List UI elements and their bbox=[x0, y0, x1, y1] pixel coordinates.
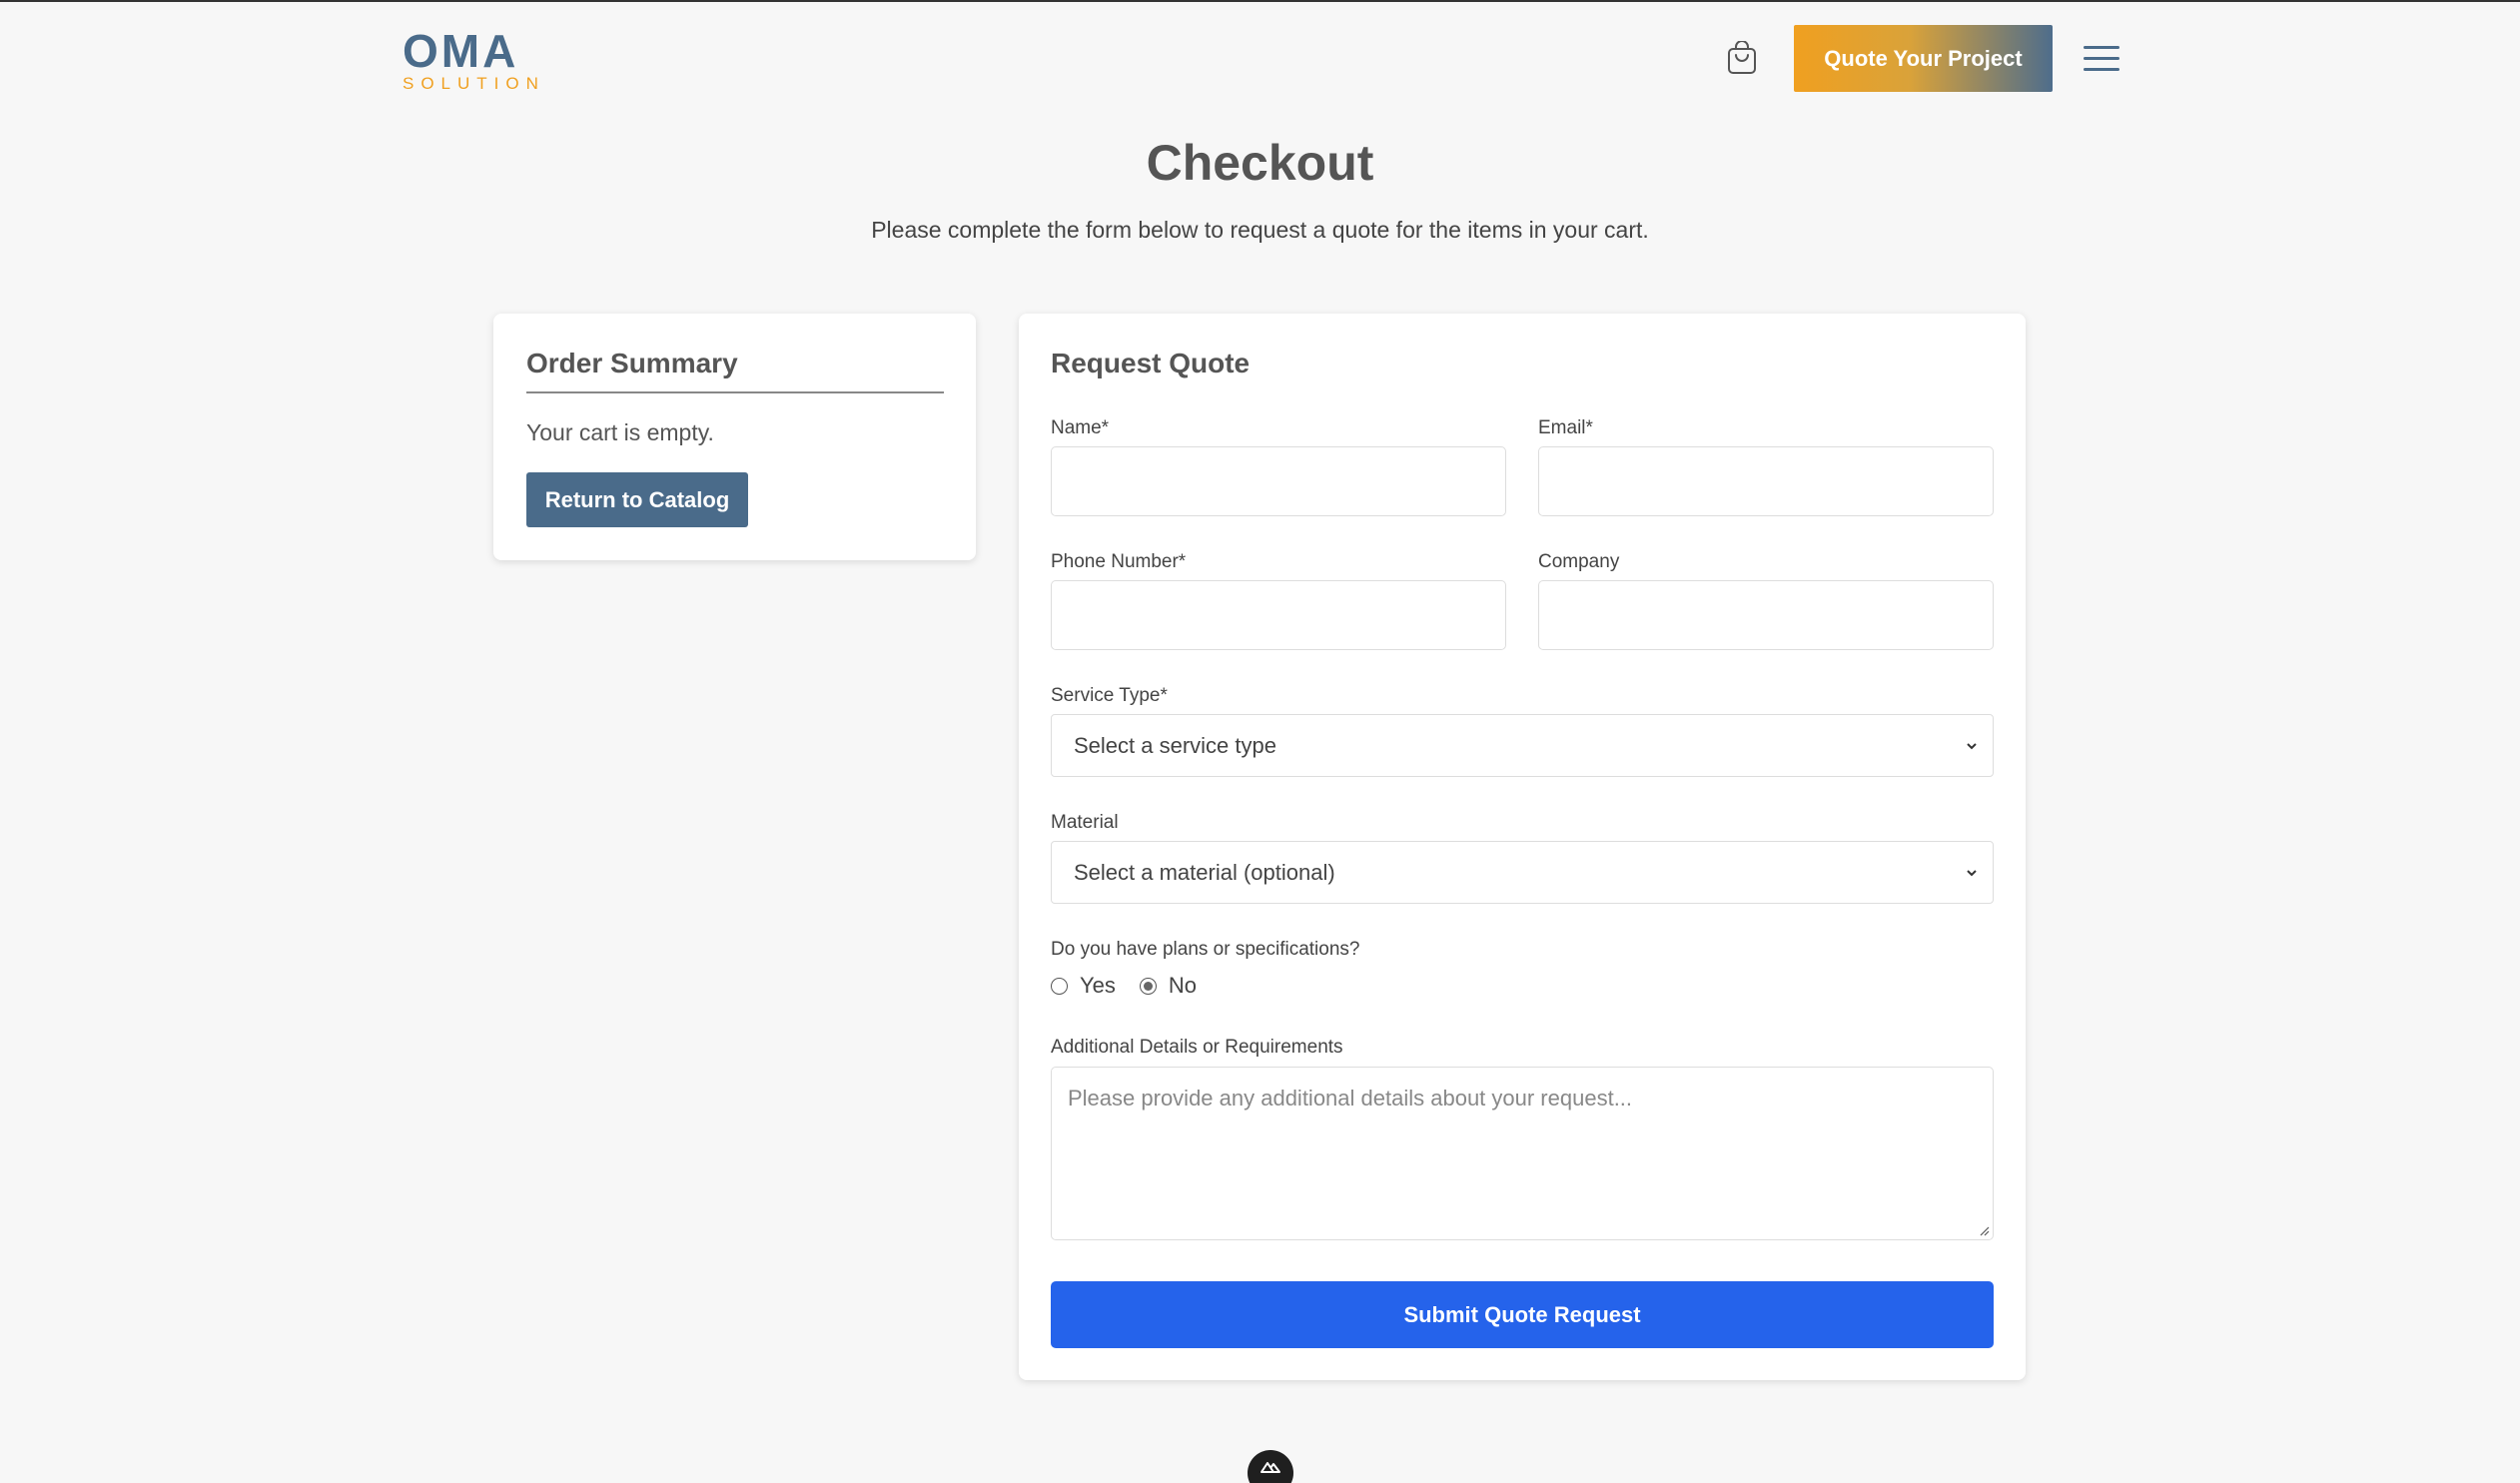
plans-yes-label[interactable]: Yes bbox=[1080, 973, 1116, 999]
service-type-select[interactable]: Select a service type bbox=[1051, 714, 1994, 777]
radio-selected-dot bbox=[1143, 981, 1153, 991]
details-textarea[interactable]: Please provide any additional details ab… bbox=[1051, 1067, 1994, 1240]
logo-sub-text: SOLUTION bbox=[403, 74, 545, 93]
plans-yes-radio[interactable] bbox=[1051, 977, 1068, 995]
email-field[interactable] bbox=[1538, 446, 1994, 516]
service-type-value: Select a service type bbox=[1074, 732, 1276, 758]
material-label: Material bbox=[1051, 812, 1119, 833]
menu-line bbox=[2084, 56, 2119, 60]
company-field[interactable] bbox=[1538, 580, 1994, 650]
floating-badge[interactable] bbox=[1248, 1450, 1293, 1483]
cart-empty-text: Your cart is empty. bbox=[526, 419, 714, 445]
page-title: Checkout bbox=[1146, 135, 1374, 191]
plans-no-label[interactable]: No bbox=[1169, 973, 1197, 999]
divider bbox=[526, 391, 944, 393]
plans-no-radio[interactable] bbox=[1139, 977, 1157, 995]
menu-line bbox=[2084, 67, 2119, 71]
chevron-down-icon bbox=[1967, 742, 1977, 749]
details-placeholder: Please provide any additional details ab… bbox=[1068, 1086, 1633, 1111]
logo[interactable]: OMA SOLUTION bbox=[403, 28, 545, 93]
cart-button[interactable] bbox=[1724, 40, 1760, 76]
shopping-bag-icon bbox=[1728, 41, 1756, 74]
menu-line bbox=[2084, 45, 2119, 49]
order-summary-title: Order Summary bbox=[526, 348, 738, 378]
quote-your-project-button[interactable]: Quote Your Project bbox=[1794, 25, 2053, 92]
service-type-label: Service Type* bbox=[1051, 685, 1168, 706]
request-quote-title: Request Quote bbox=[1051, 348, 1251, 378]
page-subtitle: Please complete the form below to reques… bbox=[871, 217, 1649, 243]
plans-radio-group: Yes No bbox=[1051, 973, 1197, 999]
name-label: Name* bbox=[1051, 417, 1110, 438]
order-summary-card: Order Summary Your cart is empty. Return… bbox=[493, 314, 976, 560]
hamburger-menu-icon[interactable] bbox=[2084, 40, 2119, 76]
phone-label: Phone Number* bbox=[1051, 551, 1187, 572]
details-label: Additional Details or Requirements bbox=[1051, 1037, 1343, 1058]
submit-quote-button[interactable]: Submit Quote Request bbox=[1051, 1281, 1994, 1348]
resize-grip-icon[interactable] bbox=[1978, 1224, 1990, 1236]
logo-main-text: OMA bbox=[403, 25, 519, 77]
material-select[interactable]: Select a material (optional) bbox=[1051, 841, 1994, 904]
plans-label: Do you have plans or specifications? bbox=[1051, 939, 1360, 960]
site-header: OMA SOLUTION Quote Your Project bbox=[0, 2, 2520, 136]
mountain-icon bbox=[1260, 1462, 1280, 1473]
return-to-catalog-button[interactable]: Return to Catalog bbox=[526, 472, 748, 527]
material-value: Select a material (optional) bbox=[1074, 859, 1335, 885]
request-quote-card: Request Quote Name* Email* Phone Number*… bbox=[1019, 314, 2026, 1380]
chevron-down-icon bbox=[1967, 869, 1977, 876]
email-label: Email* bbox=[1538, 417, 1593, 438]
phone-field[interactable] bbox=[1051, 580, 1506, 650]
name-field[interactable] bbox=[1051, 446, 1506, 516]
company-label: Company bbox=[1538, 551, 1620, 572]
